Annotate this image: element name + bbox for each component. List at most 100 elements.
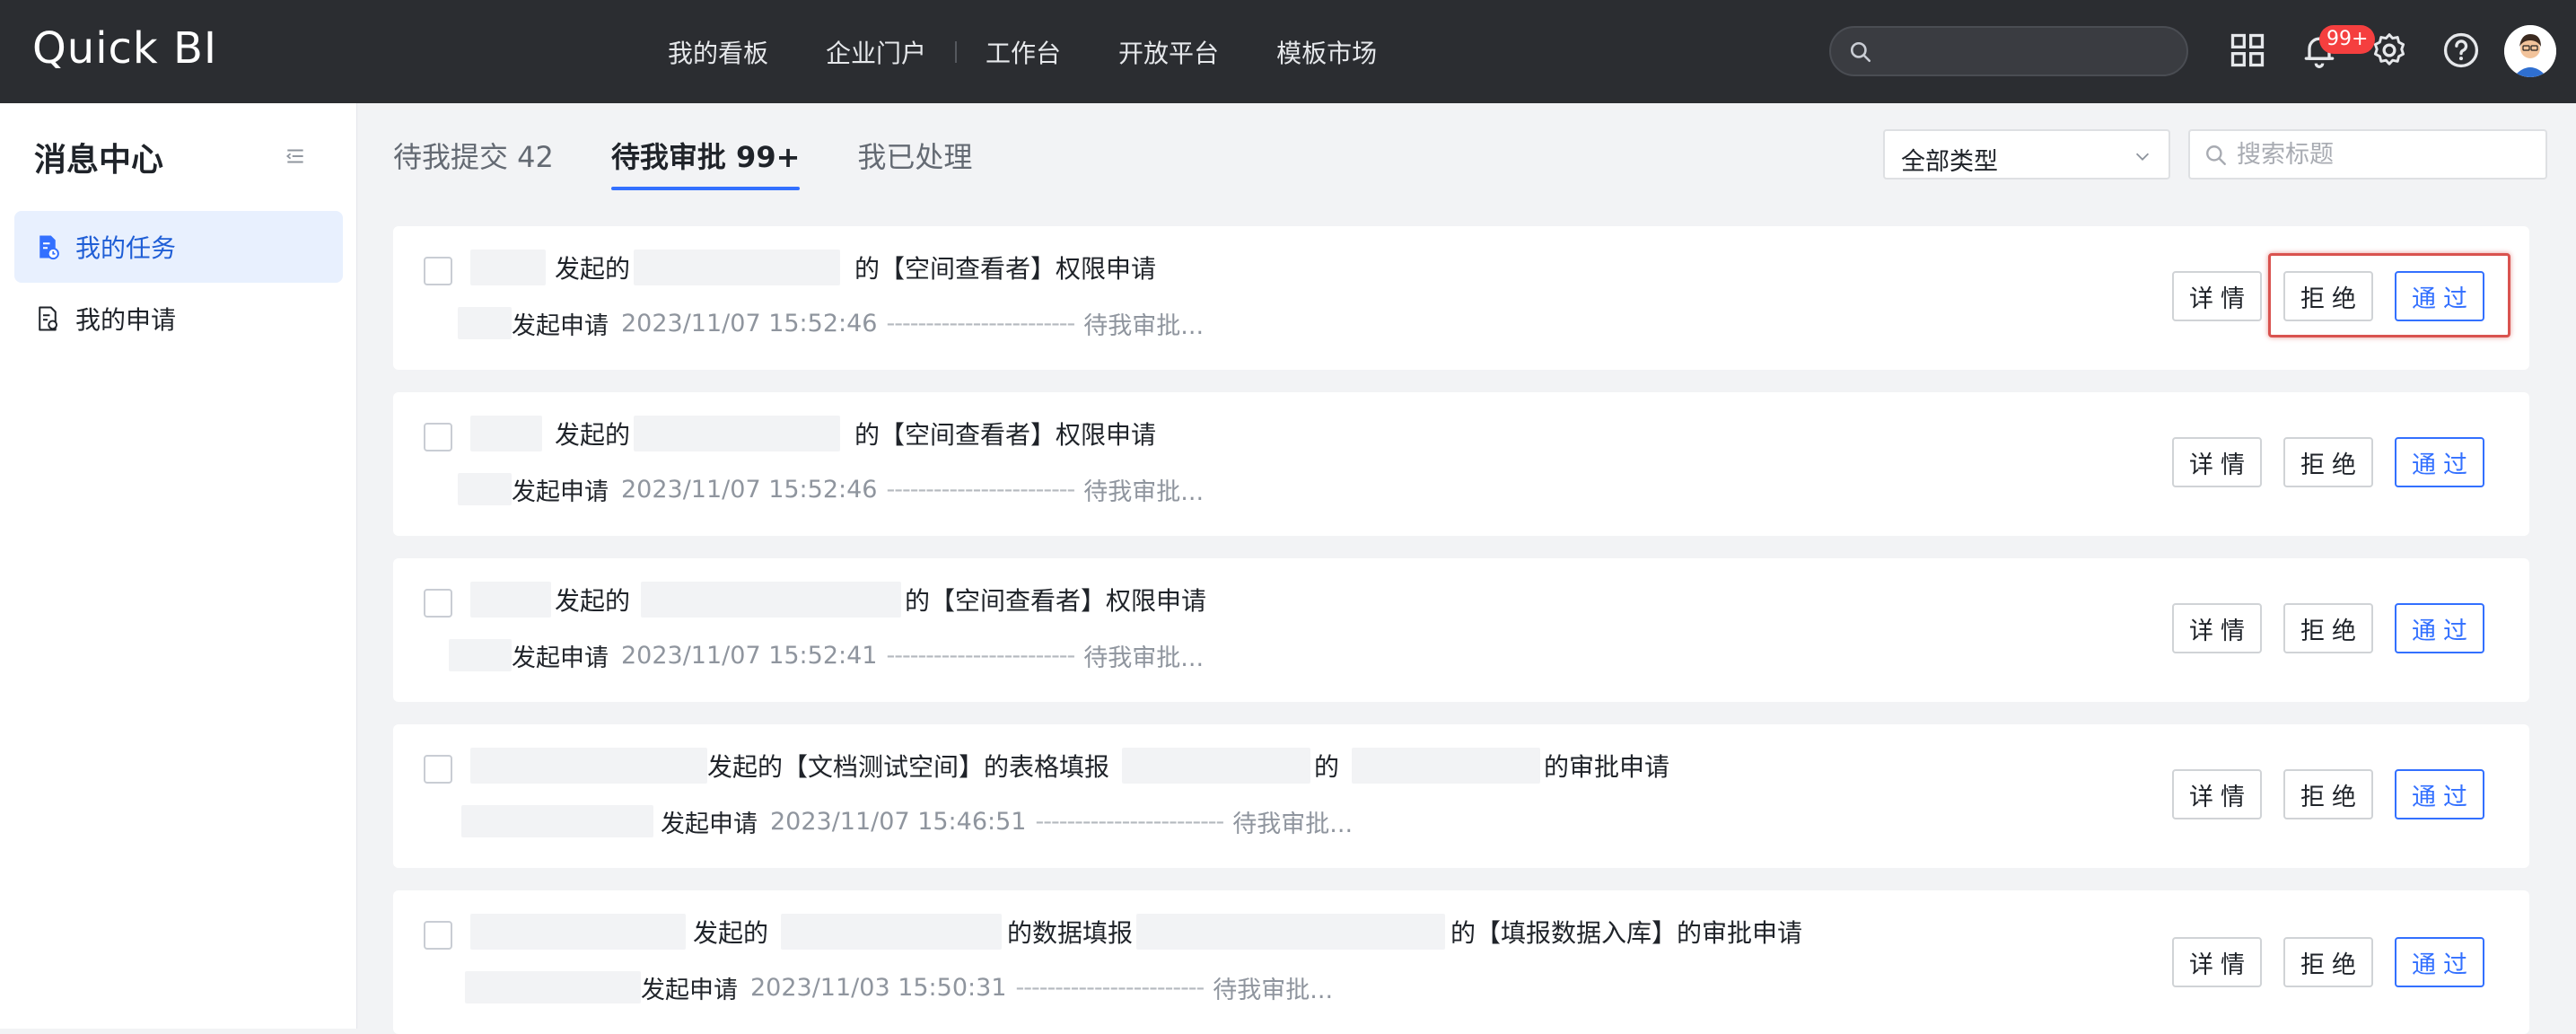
select-checkbox[interactable] [424,755,452,784]
details-button[interactable]: 详情 [2172,769,2262,819]
gear-icon[interactable] [2370,31,2409,70]
sidebar-item-my-tasks[interactable]: 我的任务 [14,211,343,283]
card-title: 发起的 的【空间查看者】权限申请 [470,414,1156,453]
approval-card: 发起的 的【空间查看者】权限申请 发起申请 2023/11/07 15:52:4… [393,226,2529,370]
redacted-user [449,639,512,671]
status-text: 待我审批... [1232,810,1354,838]
main-nav: 我的看板 企业门户 工作台 开放平台 模板市场 [639,0,1406,103]
redacted-object [634,250,841,285]
search-icon [2206,145,2226,165]
details-button[interactable]: 详情 [2172,271,2262,321]
apply-label: 发起申请 [512,644,609,672]
user-avatar[interactable] [2504,25,2556,77]
approve-button[interactable]: 通过 [2395,603,2484,653]
sidebar-title: 消息中心 [34,142,164,179]
help-icon[interactable] [2441,31,2481,70]
select-checkbox[interactable] [424,589,452,618]
nav-item-enterprise-portal[interactable]: 企业门户 [797,34,955,70]
redacted-user [461,805,653,837]
apply-label: 发起申请 [512,478,609,506]
approve-button[interactable]: 通过 [2395,937,2484,987]
redacted-user [470,416,542,451]
redacted-user [465,971,641,1003]
card-title: 发起的 的【空间查看者】权限申请 [470,248,1156,287]
title-text: 发起的 [555,420,631,450]
progress-dashes: ------------------------ [1035,807,1224,836]
nav-item-workbench[interactable]: 工作台 [957,34,1090,70]
card-meta: 发起申请 2023/11/07 15:52:46 ---------------… [458,471,1204,507]
apps-grid-icon[interactable] [2228,31,2267,70]
card-meta: 发起申请 2023/11/03 15:50:31 ---------------… [465,969,1333,1005]
nav-item-template-market[interactable]: 模板市场 [1248,34,1406,70]
app-logo[interactable]: Quick BI [32,23,217,74]
redacted-user [470,748,707,784]
redacted-object [641,582,902,618]
title-text: 的【空间查看者】权限申请 [854,420,1157,450]
apply-time: 2023/11/07 15:52:41 [621,641,878,670]
details-button[interactable]: 详情 [2172,603,2262,653]
redacted-user [470,582,551,618]
apply-time: 2023/11/03 15:50:31 [750,973,1007,1002]
title-text: 的【填报数据入库】的审批申请 [1450,918,1803,948]
select-checkbox[interactable] [424,257,452,285]
progress-dashes: ------------------------ [886,309,1075,337]
nav-item-my-dashboards[interactable]: 我的看板 [639,34,797,70]
redacted-object [1122,748,1311,784]
redacted-object [1352,748,1541,784]
notification-badge: 99+ [2319,25,2376,54]
tab-pending-approval[interactable]: 待我审批 99+ [610,135,800,190]
approval-card: 发起的【文档测试空间】的表格填报 的 的审批申请 发起申请 2023/11/07… [393,724,2529,868]
apply-time: 2023/11/07 15:46:51 [770,807,1027,836]
search-icon [1850,41,1871,63]
select-checkbox[interactable] [424,423,452,451]
reject-button[interactable]: 拒绝 [2283,937,2373,987]
status-text: 待我审批... [1213,976,1334,1004]
title-search-field[interactable] [2188,129,2547,180]
apply-time: 2023/11/07 15:52:46 [621,309,878,337]
reject-button[interactable]: 拒绝 [2283,271,2373,321]
reject-button[interactable]: 拒绝 [2283,769,2373,819]
application-document-icon [34,305,61,332]
status-text: 待我审批... [1083,644,1205,672]
nav-item-open-platform[interactable]: 开放平台 [1090,34,1248,70]
apply-label: 发起申请 [512,311,609,340]
approval-card: 发起的 的【空间查看者】权限申请 发起申请 2023/11/07 15:52:4… [393,558,2529,702]
redacted-user [458,307,512,339]
redacted-object [634,416,841,451]
title-text: 的审批申请 [1544,752,1670,782]
sidebar-item-label: 我的申请 [75,305,177,335]
approval-card: 发起的 的数据填报 的【填报数据入库】的审批申请 发起申请 2023/11/03… [393,890,2529,1034]
collapse-menu-icon[interactable] [284,145,307,168]
redacted-user [458,473,512,505]
tab-pending-submit[interactable]: 待我提交 42 [393,135,554,176]
approve-button[interactable]: 通过 [2395,437,2484,487]
reject-button[interactable]: 拒绝 [2283,437,2373,487]
title-text: 发起的【文档测试空间】的表格填报 [707,752,1110,782]
progress-dashes: ------------------------ [1015,973,1205,1002]
title-search-input[interactable] [2237,138,2533,171]
card-meta: 发起申请 2023/11/07 15:46:51 ---------------… [461,803,1353,839]
chevron-down-icon [2135,153,2150,161]
title-text: 的【空间查看者】权限申请 [854,254,1157,284]
reject-button[interactable]: 拒绝 [2283,603,2373,653]
sidebar: 消息中心 我的任务 我的申请 [0,103,357,1029]
details-button[interactable]: 详情 [2172,937,2262,987]
title-text: 的【空间查看者】权限申请 [905,586,1207,616]
approve-button[interactable]: 通过 [2395,769,2484,819]
status-text: 待我审批... [1083,311,1205,340]
card-meta: 发起申请 2023/11/07 15:52:41 ---------------… [449,637,1204,673]
card-title: 发起的 的数据填报 的【填报数据入库】的审批申请 [470,912,1802,951]
select-checkbox[interactable] [424,921,452,950]
apply-label: 发起申请 [641,976,738,1004]
title-text: 发起的 [555,254,631,284]
progress-dashes: ------------------------ [886,641,1075,670]
approve-button[interactable]: 通过 [2395,271,2484,321]
card-title: 发起的 的【空间查看者】权限申请 [470,580,1206,619]
avatar-illustration-icon [2504,25,2556,77]
global-search-input[interactable] [1829,26,2188,76]
tab-processed[interactable]: 我已处理 [857,135,972,176]
type-filter-select[interactable]: 全部类型 [1883,129,2170,180]
sidebar-item-my-applications[interactable]: 我的申请 [14,283,343,355]
type-filter-value: 全部类型 [1901,148,1998,176]
details-button[interactable]: 详情 [2172,437,2262,487]
